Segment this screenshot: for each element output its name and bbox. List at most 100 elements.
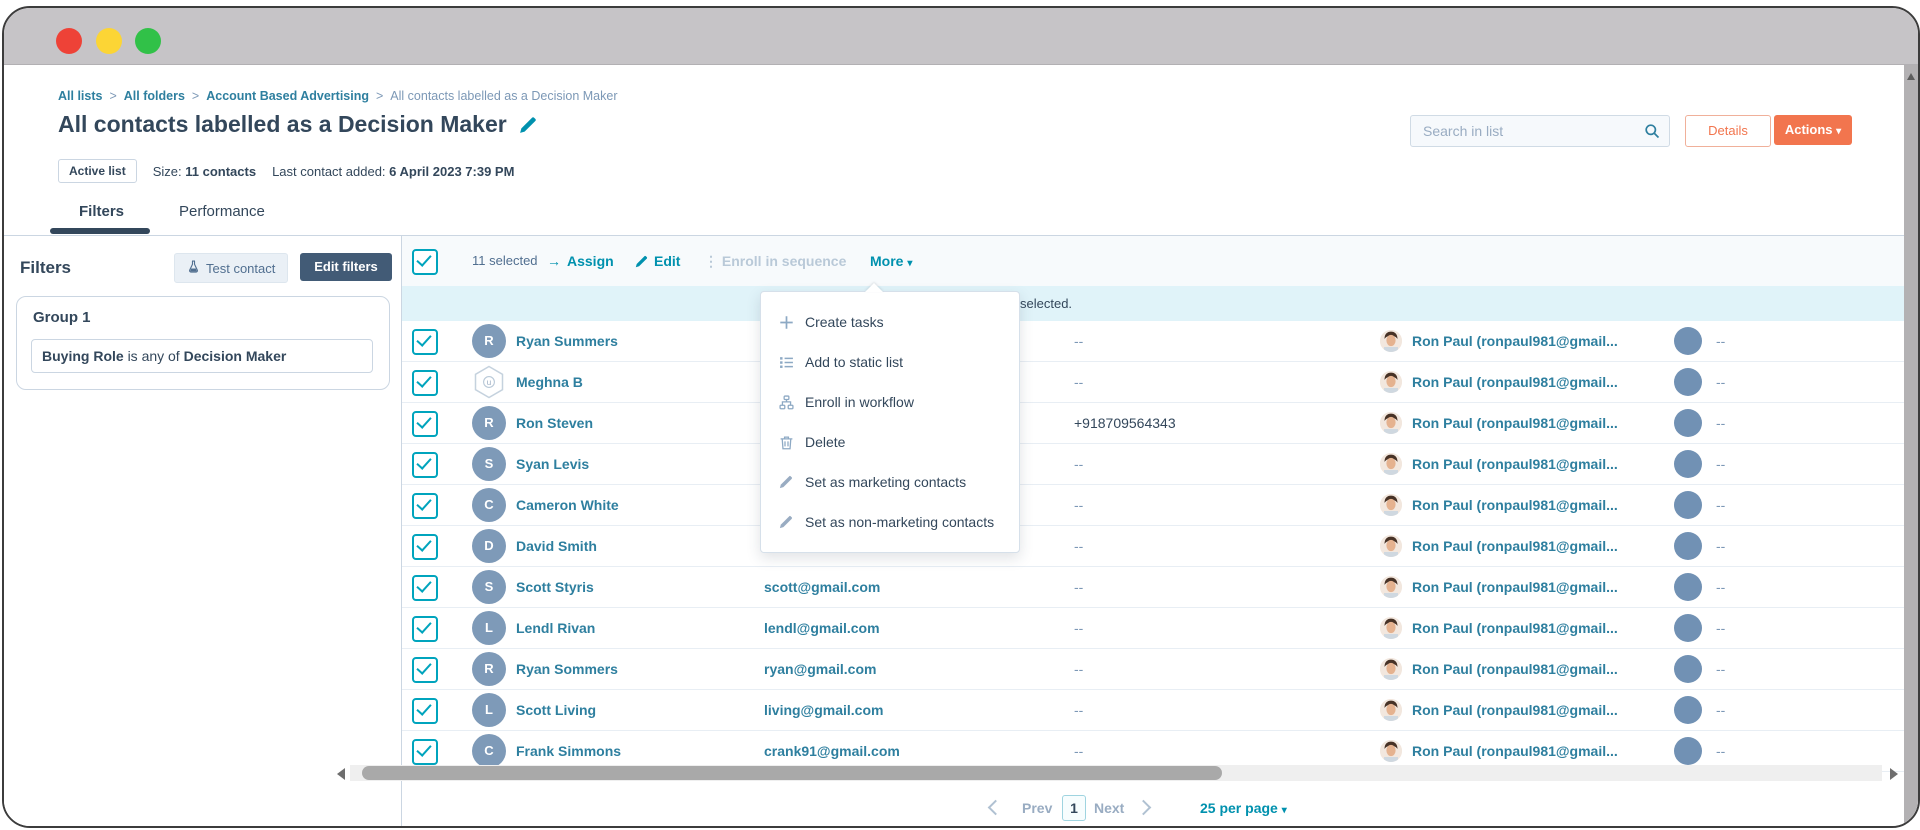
avatar: S xyxy=(472,447,506,481)
contact-email-link[interactable]: lendl@gmail.com xyxy=(764,608,880,648)
contact-owner-link[interactable]: Ron Paul (ronpaul981@gmail... xyxy=(1412,485,1618,525)
vertical-scrollbar[interactable] xyxy=(1904,65,1918,826)
contact-owner-link[interactable]: Ron Paul (ronpaul981@gmail... xyxy=(1412,649,1618,689)
menu-item-add-to-static-list[interactable]: Add to static list xyxy=(761,342,1019,382)
scroll-right-arrow-icon[interactable] xyxy=(1890,768,1898,780)
contact-name-link[interactable]: Cameron White xyxy=(516,485,619,525)
avatar: C xyxy=(472,488,506,522)
details-button[interactable]: Details xyxy=(1685,115,1771,147)
secondary-owner-value: -- xyxy=(1716,538,1726,554)
search-input[interactable] xyxy=(1421,116,1635,146)
menu-item-set-as-marketing-contacts[interactable]: Set as marketing contacts xyxy=(761,462,1019,502)
edit-button[interactable]: Edit xyxy=(635,236,680,286)
contact-name-link[interactable]: Ryan Summers xyxy=(516,321,618,361)
row-checkbox[interactable] xyxy=(412,493,438,519)
contact-email-link[interactable]: living@gmail.com xyxy=(764,690,883,730)
row-checkbox[interactable] xyxy=(412,739,438,765)
contact-phone: -- xyxy=(1074,538,1084,554)
per-page-selector[interactable]: 25 per page ▾ xyxy=(1200,791,1287,826)
contact-email-link[interactable]: ryan@gmail.com xyxy=(764,649,876,689)
contact-phone: -- xyxy=(1074,702,1084,718)
current-page-button[interactable]: 1 xyxy=(1062,795,1086,821)
row-checkbox[interactable] xyxy=(412,616,438,642)
breadcrumb: All lists > All folders > Account Based Adve… xyxy=(58,89,618,103)
breadcrumb-item-all-lists[interactable]: All lists xyxy=(58,89,102,103)
next-page-button[interactable]: Next xyxy=(1094,791,1124,825)
contact-email-link[interactable]: scott@gmail.com xyxy=(764,567,880,607)
filter-group: Group 1 Buying Role is any of Decision M… xyxy=(16,296,390,390)
prev-page-button[interactable]: Prev xyxy=(1022,791,1052,825)
secondary-avatar xyxy=(1674,573,1702,601)
secondary-owner-value: -- xyxy=(1716,620,1726,636)
contact-name-link[interactable]: Lendl Rivan xyxy=(516,608,595,648)
row-checkbox[interactable] xyxy=(412,452,438,478)
pencil-icon xyxy=(779,475,794,490)
contact-name-link[interactable]: Meghna B xyxy=(516,362,583,402)
chevron-left-icon[interactable] xyxy=(987,799,1004,816)
assign-button[interactable]: → Assign xyxy=(547,236,614,286)
row-checkbox[interactable] xyxy=(412,575,438,601)
enroll-in-sequence-button[interactable]: ⋮ Enroll in sequence xyxy=(704,236,846,286)
tab-filters[interactable]: Filters xyxy=(79,203,124,220)
owner-avatar xyxy=(1380,535,1402,557)
owner-avatar xyxy=(1380,412,1402,434)
contact-owner-link[interactable]: Ron Paul (ronpaul981@gmail... xyxy=(1412,362,1618,402)
row-checkbox[interactable] xyxy=(412,411,438,437)
contact-name-link[interactable]: Ryan Sommers xyxy=(516,649,618,689)
secondary-avatar xyxy=(1674,327,1702,355)
actions-button[interactable]: Actions ▾ xyxy=(1774,115,1852,145)
zoom-button[interactable] xyxy=(135,28,161,54)
contact-owner-link[interactable]: Ron Paul (ronpaul981@gmail... xyxy=(1412,321,1618,361)
contact-owner-link[interactable]: Ron Paul (ronpaul981@gmail... xyxy=(1412,608,1618,648)
contact-name-link[interactable]: Scott Styris xyxy=(516,567,594,607)
contact-owner-link[interactable]: Ron Paul (ronpaul981@gmail... xyxy=(1412,526,1618,566)
breadcrumb-item-account-based-advertising[interactable]: Account Based Advertising xyxy=(206,89,369,103)
row-checkbox[interactable] xyxy=(412,657,438,683)
scroll-up-arrow-icon[interactable] xyxy=(1907,73,1915,80)
contact-name-link[interactable]: Ron Steven xyxy=(516,403,593,443)
contact-name-link[interactable]: Scott Living xyxy=(516,690,596,730)
plus-icon xyxy=(779,315,794,330)
menu-item-create-tasks[interactable]: Create tasks xyxy=(761,302,1019,342)
last-contact-added: Last contact added: 6 April 2023 7:39 PM xyxy=(272,163,515,179)
owner-avatar xyxy=(1380,740,1402,762)
menu-item-delete[interactable]: Delete xyxy=(761,422,1019,462)
contact-owner-link[interactable]: Ron Paul (ronpaul981@gmail... xyxy=(1412,690,1618,730)
contact-name-link[interactable]: David Smith xyxy=(516,526,597,566)
secondary-owner-value: -- xyxy=(1716,456,1726,472)
menu-item-set-as-non-marketing-contacts[interactable]: Set as non-marketing contacts xyxy=(761,502,1019,542)
contact-owner-link[interactable]: Ron Paul (ronpaul981@gmail... xyxy=(1412,444,1618,484)
minimize-button[interactable] xyxy=(96,28,122,54)
breadcrumb-item-all-folders[interactable]: All folders xyxy=(124,89,185,103)
owner-avatar xyxy=(1380,658,1402,680)
contact-phone: -- xyxy=(1074,620,1084,636)
breadcrumb-separator: > xyxy=(375,89,384,103)
row-checkbox[interactable] xyxy=(412,698,438,724)
contact-owner-link[interactable]: Ron Paul (ronpaul981@gmail... xyxy=(1412,567,1618,607)
edit-filters-button[interactable]: Edit filters xyxy=(300,253,392,281)
contact-owner-link[interactable]: Ron Paul (ronpaul981@gmail... xyxy=(1412,403,1618,443)
list-meta-row: Active list Size: 11 contacts Last conta… xyxy=(58,159,514,183)
tab-performance[interactable]: Performance xyxy=(179,203,265,220)
secondary-owner-value: -- xyxy=(1716,374,1726,390)
filters-heading: Filters xyxy=(20,258,72,277)
menu-item-label: Set as non-marketing contacts xyxy=(805,514,995,530)
test-contact-button[interactable]: Test contact xyxy=(174,253,289,283)
more-button[interactable]: More ▾ xyxy=(870,236,912,286)
contact-phone: -- xyxy=(1074,374,1084,390)
menu-item-enroll-in-workflow[interactable]: Enroll in workflow xyxy=(761,382,1019,422)
horizontal-scroll-thumb[interactable] xyxy=(362,766,1222,780)
filter-condition[interactable]: Buying Role is any of Decision Maker xyxy=(31,339,373,373)
select-all-checkbox[interactable] xyxy=(412,249,438,275)
close-button[interactable] xyxy=(56,28,82,54)
row-checkbox[interactable] xyxy=(412,534,438,560)
owner-avatar xyxy=(1380,617,1402,639)
row-checkbox[interactable] xyxy=(412,329,438,355)
filters-panel: Filters Test contact Edit filters Group … xyxy=(4,236,402,826)
edit-title-pencil-icon[interactable] xyxy=(519,116,537,134)
contact-name-link[interactable]: Syan Levis xyxy=(516,444,589,484)
table-row-ryan-sommers: R Ryan Sommers ryan@gmail.com -- Ron Paul (r… xyxy=(402,649,1904,690)
chevron-right-icon[interactable] xyxy=(1135,799,1152,816)
row-checkbox[interactable] xyxy=(412,370,438,396)
scroll-left-arrow-icon[interactable] xyxy=(337,768,345,780)
